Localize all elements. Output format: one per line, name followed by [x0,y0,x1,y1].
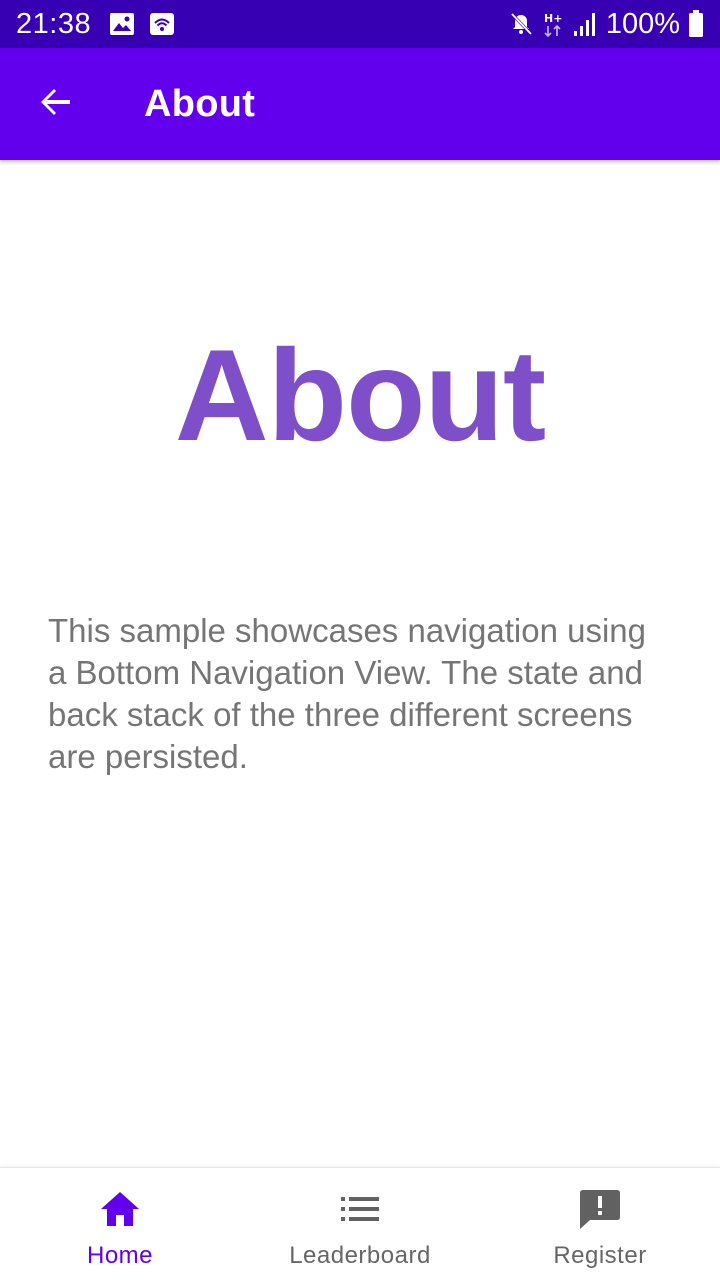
list-icon [340,1188,380,1230]
nav-label-leaderboard: Leaderboard [289,1242,431,1269]
about-description: This sample showcases navigation using a… [48,612,646,775]
gallery-icon [109,12,135,36]
feedback-icon [579,1188,621,1230]
nav-label-register: Register [553,1242,647,1269]
back-button[interactable] [0,48,112,160]
nav-item-register[interactable]: Register [480,1168,720,1280]
nav-item-home[interactable]: Home [0,1168,240,1280]
about-screen: 21:38 H+ 100% About About This sample sh… [0,0,720,1280]
mute-icon [508,11,534,37]
status-system-icons: H+ 100% [500,8,704,41]
nav-item-leaderboard[interactable]: Leaderboard [240,1168,480,1280]
battery-percentage: 100% [605,7,680,40]
arrow-back-icon [38,84,74,125]
network-h-plus-icon: H+ [542,10,564,38]
svg-text:H+: H+ [544,12,562,25]
home-icon [99,1188,141,1230]
top-app-bar: About [0,48,720,160]
signal-icon [572,11,598,37]
status-bar: 21:38 H+ 100% [0,0,720,48]
wifi-icon [149,12,175,36]
bottom-navigation: Home Leaderboard Register [0,1167,720,1280]
battery-icon [688,10,704,38]
page-title: About [174,322,546,468]
app-bar-title: About [144,82,256,125]
status-notification-icons [109,12,189,36]
nav-label-home: Home [86,1242,154,1269]
status-time: 21:38 [16,7,92,40]
